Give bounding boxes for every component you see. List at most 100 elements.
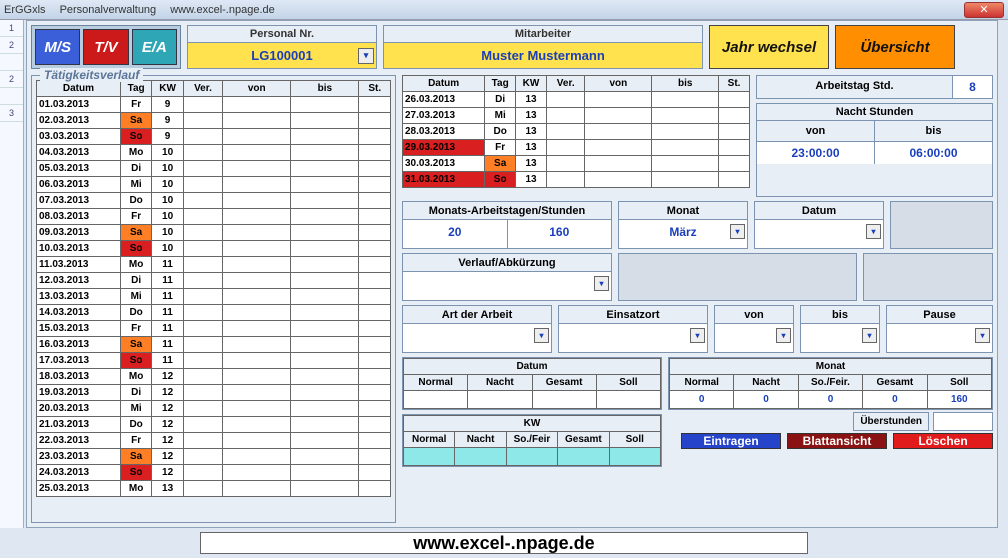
title-url: www.excel-.npage.de xyxy=(170,4,275,16)
personalnr-combo[interactable]: LG100001 ▾ xyxy=(188,42,376,68)
ueberstunden-label: Überstunden xyxy=(853,412,929,431)
table-row[interactable]: 25.03.2013Mo13 xyxy=(37,481,391,497)
verlauf-box: Verlauf/Abkürzung ▾ xyxy=(402,253,612,301)
table-row[interactable]: 20.03.2013Mi12 xyxy=(37,401,391,417)
personalnr-label: Personal Nr. xyxy=(188,26,376,42)
verlauf-combo[interactable]: ▾ xyxy=(403,272,611,300)
table-row[interactable]: 14.03.2013Do11 xyxy=(37,305,391,321)
table-row[interactable]: 03.03.2013So9 xyxy=(37,129,391,145)
mas-hours-value: 160 xyxy=(507,220,612,248)
chevron-down-icon[interactable]: ▾ xyxy=(730,224,745,239)
einsatzort-box: Einsatzort ▾ xyxy=(558,305,708,353)
th-von: von xyxy=(585,76,652,92)
th-st: St. xyxy=(719,76,750,92)
spacer-box xyxy=(890,201,993,249)
chevron-down-icon[interactable]: ▾ xyxy=(358,48,374,64)
excel-row-gutter: 12 23 xyxy=(0,20,24,528)
table-row[interactable]: 08.03.2013Fr10 xyxy=(37,209,391,225)
section-title: Tätigkeitsverlauf xyxy=(40,68,143,82)
mas-days-value: 20 xyxy=(403,220,507,248)
table-row[interactable]: 29.03.2013Fr13 xyxy=(403,140,750,156)
bis-box: bis ▾ xyxy=(800,305,880,353)
taetigkeitsverlauf-panel: Tätigkeitsverlauf Datum Tag KW Ver. von … xyxy=(31,75,396,523)
title-app: ErGGxls xyxy=(4,4,46,16)
art-arbeit-box: Art der Arbeit ▾ xyxy=(402,305,552,353)
nacht-bis-header: bis xyxy=(875,121,992,142)
form-panel: M/S T/V E/A Personal Nr. LG100001 ▾ Mita… xyxy=(26,20,998,528)
table-row[interactable]: 26.03.2013Di13 xyxy=(403,92,750,108)
table-row[interactable]: 17.03.2013So11 xyxy=(37,353,391,369)
chevron-down-icon[interactable]: ▾ xyxy=(862,328,877,343)
eintragen-button[interactable]: Eintragen xyxy=(681,433,781,449)
monat-combo[interactable]: März ▾ xyxy=(619,220,747,248)
table-row[interactable]: 06.03.2013Mi10 xyxy=(37,177,391,193)
close-button[interactable]: ✕ xyxy=(964,2,1004,18)
chevron-down-icon[interactable]: ▾ xyxy=(534,328,549,343)
chevron-down-icon[interactable]: ▾ xyxy=(975,328,990,343)
table-row[interactable]: 27.03.2013Mi13 xyxy=(403,108,750,124)
nacht-von-header: von xyxy=(757,121,875,142)
ueberstunden-value xyxy=(933,412,993,431)
jahr-wechsel-button[interactable]: Jahr wechsel xyxy=(709,25,829,69)
table-row[interactable]: 05.03.2013Di10 xyxy=(37,161,391,177)
monat-label: Monat xyxy=(619,202,747,220)
personalnr-box: Personal Nr. LG100001 ▾ xyxy=(187,25,377,69)
monat-value: März xyxy=(669,225,696,239)
th-ver: Ver. xyxy=(183,81,222,97)
spacer-box xyxy=(863,253,993,301)
table-row[interactable]: 31.03.2013So13 xyxy=(403,172,750,188)
nachtstunden-title: Nacht Stunden xyxy=(757,104,992,121)
table-row[interactable]: 13.03.2013Mi11 xyxy=(37,289,391,305)
chevron-down-icon[interactable]: ▾ xyxy=(866,224,881,239)
table-row[interactable]: 22.03.2013Fr12 xyxy=(37,433,391,449)
table-row[interactable]: 11.03.2013Mo11 xyxy=(37,257,391,273)
mode-ea-button[interactable]: E/A xyxy=(132,29,177,65)
app-window: ErGGxls Personalverwaltung www.excel-.np… xyxy=(0,0,1008,558)
summary-kw-box: KW NormalNachtSo./FeirGesamtSoll xyxy=(402,414,662,467)
table-row[interactable]: 24.03.2013So12 xyxy=(37,465,391,481)
th-datum: Datum xyxy=(403,76,485,92)
table-row[interactable]: 28.03.2013Do13 xyxy=(403,124,750,140)
datum-box: Datum ▾ xyxy=(754,201,884,249)
table-row[interactable]: 21.03.2013Do12 xyxy=(37,417,391,433)
art-label: Art der Arbeit xyxy=(403,306,551,324)
table-row[interactable]: 18.03.2013Mo12 xyxy=(37,369,391,385)
loeschen-button[interactable]: Löschen xyxy=(893,433,993,449)
table-row[interactable]: 16.03.2013Sa11 xyxy=(37,337,391,353)
nachtstunden-box: Nacht Stunden von bis 23:00:00 06:00:00 xyxy=(756,103,993,197)
time-table-right: Datum Tag KW Ver. von bis St. 26.03.2013… xyxy=(402,75,750,188)
uebersicht-button[interactable]: Übersicht xyxy=(835,25,955,69)
table-row[interactable]: 23.03.2013Sa12 xyxy=(37,449,391,465)
art-combo[interactable]: ▾ xyxy=(403,324,551,352)
table-row[interactable]: 01.03.2013Fr9 xyxy=(37,97,391,113)
table-row[interactable]: 19.03.2013Di12 xyxy=(37,385,391,401)
pause-label: Pause xyxy=(887,306,992,324)
mode-ms-button[interactable]: M/S xyxy=(35,29,80,65)
personalnr-value: LG100001 xyxy=(251,48,312,63)
einsatz-combo[interactable]: ▾ xyxy=(559,324,707,352)
th-bis: bis xyxy=(652,76,719,92)
mode-tv-button[interactable]: T/V xyxy=(83,29,128,65)
table-row[interactable]: 15.03.2013Fr11 xyxy=(37,321,391,337)
table-row[interactable]: 07.03.2013Do10 xyxy=(37,193,391,209)
von-combo[interactable]: ▾ xyxy=(715,324,793,352)
mitarbeiter-value: Muster Mustermann xyxy=(384,42,702,68)
table-row[interactable]: 04.03.2013Mo10 xyxy=(37,145,391,161)
pause-combo[interactable]: ▾ xyxy=(887,324,992,352)
nacht-bis-value: 06:00:00 xyxy=(875,142,992,164)
table-row[interactable]: 09.03.2013Sa10 xyxy=(37,225,391,241)
table-row[interactable]: 12.03.2013Di11 xyxy=(37,273,391,289)
chevron-down-icon[interactable]: ▾ xyxy=(776,328,791,343)
th-kw: KW xyxy=(152,81,183,97)
bis-combo[interactable]: ▾ xyxy=(801,324,879,352)
datum-combo[interactable]: ▾ xyxy=(755,220,883,248)
mode-box: M/S T/V E/A xyxy=(31,25,181,69)
blattansicht-button[interactable]: Blattansicht xyxy=(787,433,887,449)
table-row[interactable]: 02.03.2013Sa9 xyxy=(37,113,391,129)
chevron-down-icon[interactable]: ▾ xyxy=(690,328,705,343)
table-row[interactable]: 10.03.2013So10 xyxy=(37,241,391,257)
chevron-down-icon[interactable]: ▾ xyxy=(594,276,609,291)
table-row[interactable]: 30.03.2013Sa13 xyxy=(403,156,750,172)
spacer-box xyxy=(618,253,857,301)
verlauf-label: Verlauf/Abkürzung xyxy=(403,254,611,272)
